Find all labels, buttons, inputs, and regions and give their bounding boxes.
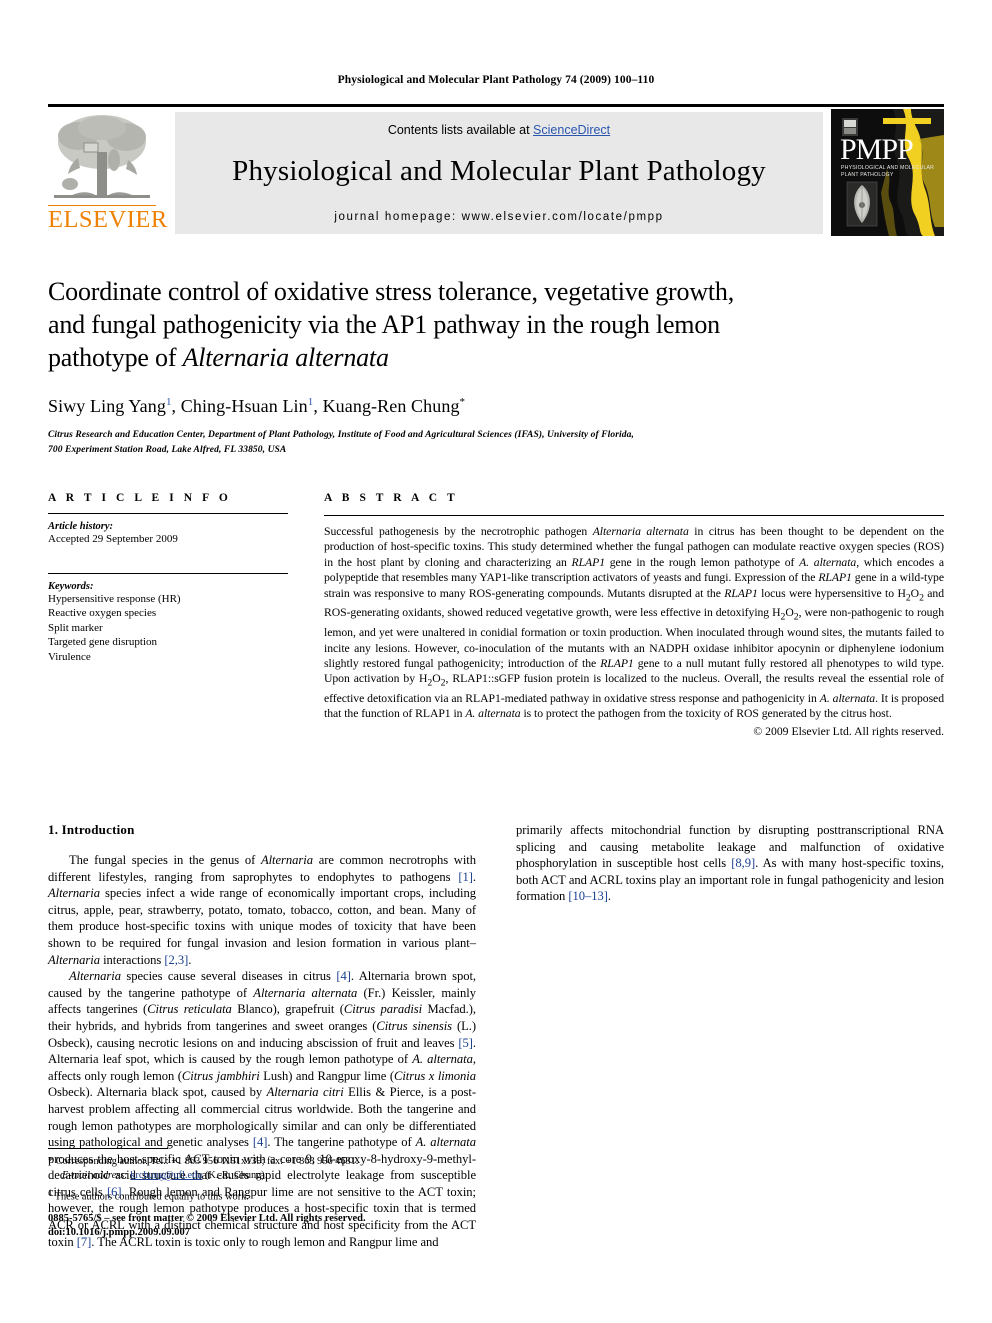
section-heading-introduction: 1. Introduction xyxy=(48,822,135,837)
journal-band: Contents lists available at ScienceDirec… xyxy=(175,112,823,234)
author-3-marker[interactable]: * xyxy=(460,396,466,408)
footnote-marker-star: * xyxy=(48,1156,54,1167)
svg-text:PHYSIOLOGICAL AND MOLECULAR: PHYSIOLOGICAL AND MOLECULAR xyxy=(841,165,934,171)
author-sep-2: , xyxy=(313,396,323,416)
sciencedirect-link[interactable]: ScienceDirect xyxy=(533,123,610,137)
author-3: Kuang-Ren Chung xyxy=(322,396,460,416)
svg-text:PMPP: PMPP xyxy=(840,133,913,166)
cover-artwork: PMPP PHYSIOLOGICAL AND MOLECULAR PLANT P… xyxy=(831,109,944,236)
svg-text:PLANT PATHOLOGY: PLANT PATHOLOGY xyxy=(841,172,894,178)
imprint-line-2: doi:10.1016/j.pmpp.2009.09.007 xyxy=(48,1227,191,1238)
affiliation-line-2: 700 Experiment Station Road, Lake Alfred… xyxy=(48,445,287,455)
email-label: E-mail address: xyxy=(62,1170,128,1181)
affiliation: Citrus Research and Education Center, De… xyxy=(48,428,838,458)
footnote-equal-text: These authors contributed equally to thi… xyxy=(54,1191,249,1203)
keyword-item: Reactive oxygen species xyxy=(48,607,157,619)
keywords-label: Keywords: xyxy=(48,580,94,592)
title-line-3-species: Alternaria alternata xyxy=(182,343,389,372)
article-history-label: Article history: xyxy=(48,521,114,532)
author-2: Ching-Hsuan Lin xyxy=(180,396,308,416)
abstract-rule xyxy=(324,515,944,516)
intro-paragraph-2: Alternaria species cause several disease… xyxy=(48,969,477,1249)
running-head: Physiological and Molecular Plant Pathol… xyxy=(337,74,655,86)
elsevier-wordmark: ELSEVIER xyxy=(48,205,168,233)
article-info-rule xyxy=(48,513,288,514)
email-link[interactable]: krchung@ufl.edu xyxy=(130,1170,202,1181)
intro-paragraph-2-continued: primarily affects mitochondrial function… xyxy=(516,823,945,904)
imprint-block: 0885-5765/$ – see front matter © 2009 El… xyxy=(48,1212,488,1240)
page-title: Coordinate control of oxidative stress t… xyxy=(48,275,748,374)
article-history-value: Accepted 29 September 2009 xyxy=(48,533,178,545)
body-column-right: primarily affects mitochondrial function… xyxy=(516,822,944,905)
author-list: Siwy Ling Yang1, Ching-Hsuan Lin1, Kuang… xyxy=(48,396,748,417)
masthead-top-rule xyxy=(48,104,944,107)
journal-homepage-line[interactable]: journal homepage: www.elsevier.com/locat… xyxy=(175,211,823,223)
journal-cover-thumbnail: PMPP PHYSIOLOGICAL AND MOLECULAR PLANT P… xyxy=(831,109,944,236)
keyword-item: Virulence xyxy=(48,650,91,663)
abstract-body: Successful pathogenesis by the necrotrop… xyxy=(324,525,945,721)
author-sep-1: , xyxy=(171,396,181,416)
footnote-corresponding-text: Corresponding author. Tel.: +1 863 956 1… xyxy=(55,1156,359,1167)
title-line-2: and fungal pathogenicity via the AP1 pat… xyxy=(48,310,720,339)
footnote-rule xyxy=(48,1148,168,1149)
contents-available-line: Contents lists available at ScienceDirec… xyxy=(175,123,823,137)
intro-paragraph-1: The fungal species in the genus of Alter… xyxy=(48,853,477,967)
footnote-block: * Corresponding author. Tel.: +1 863 956… xyxy=(48,1148,476,1206)
title-line-1: Coordinate control of oxidative stress t… xyxy=(48,277,735,306)
article-info-column: A R T I C L E I N F O Article history: A… xyxy=(48,492,288,664)
email-suffix: (K.-R. Chung). xyxy=(204,1170,268,1181)
footnote-corresponding-author: * Corresponding author. Tel.: +1 863 956… xyxy=(48,1155,476,1183)
journal-title: Physiological and Molecular Plant Pathol… xyxy=(232,155,766,187)
abstract-column: A B S T R A C T Successful pathogenesis … xyxy=(324,492,944,738)
title-block: Coordinate control of oxidative stress t… xyxy=(48,275,748,458)
keyword-list: Hypersensitive response (HR) Reactive ox… xyxy=(48,592,288,665)
paper-page: Physiological and Molecular Plant Pathol… xyxy=(0,0,992,1323)
keyword-item: Targeted gene disruption xyxy=(48,636,157,648)
title-line-3-plain: pathotype of xyxy=(48,343,183,372)
article-info-heading: A R T I C L E I N F O xyxy=(48,492,232,504)
contents-prefix: Contents lists available at xyxy=(387,123,534,137)
abstract-heading: A B S T R A C T xyxy=(324,492,459,504)
keyword-item: Split marker xyxy=(48,621,103,634)
imprint-line-1: 0885-5765/$ – see front matter © 2009 El… xyxy=(48,1213,366,1224)
keyword-item: Hypersensitive response (HR) xyxy=(48,592,181,605)
keywords-rule xyxy=(48,572,288,574)
abstract-copyright: © 2009 Elsevier Ltd. All rights reserved… xyxy=(753,724,944,738)
affiliation-line-1: Citrus Research and Education Center, De… xyxy=(48,430,634,440)
journal-masthead: ELSEVIER Contents lists available at Sci… xyxy=(48,104,944,236)
elsevier-tree-icon xyxy=(54,115,150,198)
author-1: Siwy Ling Yang xyxy=(48,396,166,416)
footnote-equal-contribution: 1 These authors contributed equally to t… xyxy=(48,1185,476,1204)
footnote-marker-1: 1 xyxy=(48,1187,53,1197)
elsevier-logo: ELSEVIER xyxy=(48,112,168,234)
